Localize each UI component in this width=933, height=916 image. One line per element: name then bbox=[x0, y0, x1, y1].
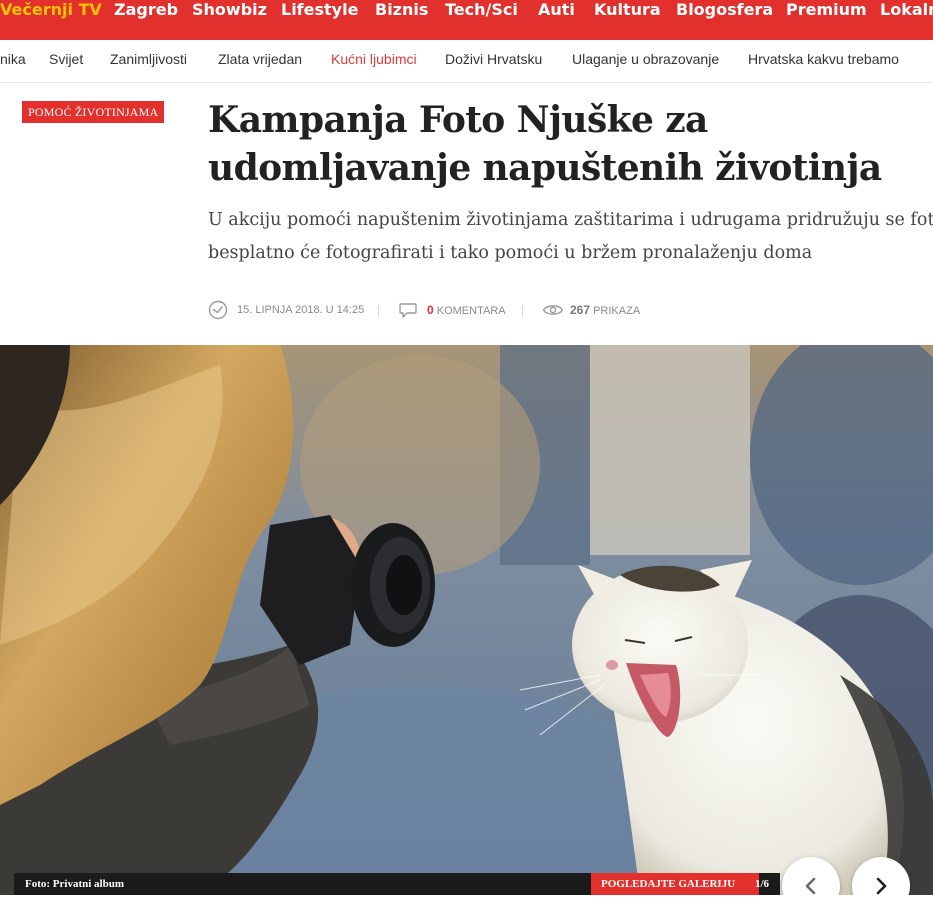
subnav-item-hrvatska-kakvu[interactable]: Hrvatska kakvu trebamo bbox=[748, 51, 899, 67]
category-badge[interactable]: POMOĆ ŽIVOTINJAMA bbox=[22, 101, 165, 123]
nav-item-premium[interactable]: Premium bbox=[786, 0, 867, 40]
lead-line-1: U akciju pomoći napuštenim životinjama z… bbox=[208, 210, 933, 230]
secondary-navigation: nika Svijet Zanimljivosti Zlata vrijedan… bbox=[0, 40, 933, 83]
gallery-caption-bar: Foto: Privatni album POGLEDAJTE GALERIJU… bbox=[14, 873, 780, 895]
comments-link[interactable]: 0 KOMENTARA bbox=[427, 298, 506, 322]
subnav-item-zlata-vrijedan[interactable]: Zlata vrijedan bbox=[218, 51, 302, 67]
clock-icon bbox=[208, 300, 228, 323]
nav-item-lifestyle[interactable]: Lifestyle bbox=[281, 0, 358, 40]
subnav-item-zanimljivosti[interactable]: Zanimljivosti bbox=[110, 51, 187, 67]
main-navigation: Večernji TV Zagreb Showbiz Lifestyle Biz… bbox=[0, 0, 933, 40]
lead-line-2: besplatno će fotografirati i tako pomoći… bbox=[208, 243, 813, 263]
comment-icon[interactable] bbox=[398, 300, 418, 323]
subnav-item-ulaganje[interactable]: Ulaganje u obrazovanje bbox=[572, 51, 719, 67]
subnav-item-dozivi-hrvatsku[interactable]: Doživi Hrvatsku bbox=[445, 51, 542, 67]
views: 267 PRIKAZA bbox=[570, 298, 640, 322]
nav-item-zagreb[interactable]: Zagreb bbox=[114, 0, 178, 40]
nav-item-lokalni[interactable]: Lokalni bbox=[880, 0, 933, 40]
nav-item-kultura[interactable]: Kultura bbox=[594, 0, 661, 40]
meta-divider bbox=[522, 305, 523, 317]
eye-icon bbox=[542, 300, 564, 323]
view-gallery-button[interactable]: POGLEDAJTE GALERIJU bbox=[591, 873, 759, 895]
nav-item-showbiz[interactable]: Showbiz bbox=[192, 0, 267, 40]
photo-credit: Foto: Privatni album bbox=[25, 878, 124, 890]
headline-line-2: udomljavanje napuštenih životinja bbox=[208, 147, 882, 189]
subnav-item-svijet[interactable]: Svijet bbox=[49, 51, 83, 67]
hero-image[interactable]: Foto: Privatni album POGLEDAJTE GALERIJU… bbox=[0, 345, 933, 895]
nav-item-biznis[interactable]: Biznis bbox=[375, 0, 428, 40]
publish-date: 15. LIPNJA 2018. U 14:25 bbox=[237, 304, 365, 316]
comments-count: 0 bbox=[427, 303, 434, 317]
nav-item-blogosfera[interactable]: Blogosfera bbox=[676, 0, 773, 40]
headline-line-1: Kampanja Foto Njuške za bbox=[208, 99, 708, 141]
views-label: PRIKAZA bbox=[593, 305, 641, 317]
comments-label: KOMENTARA bbox=[436, 305, 506, 317]
subnav-item-kucni-ljubimci[interactable]: Kućni ljubimci bbox=[331, 51, 417, 67]
views-count: 267 bbox=[570, 303, 591, 317]
article-lead: U akciju pomoći napuštenim životinjama z… bbox=[208, 204, 933, 270]
nav-item-tech-sci[interactable]: Tech/Sci bbox=[445, 0, 518, 40]
hero-photo bbox=[0, 345, 933, 895]
article-headline: Kampanja Foto Njuške za udomljavanje nap… bbox=[208, 96, 933, 192]
subnav-item-politika[interactable]: nika bbox=[0, 51, 26, 67]
nav-item-auti[interactable]: Auti bbox=[538, 0, 575, 40]
gallery-counter: 1/6 bbox=[755, 878, 770, 890]
meta-divider bbox=[378, 305, 379, 317]
nav-item-vecernji-tv[interactable]: Večernji TV bbox=[0, 0, 102, 40]
